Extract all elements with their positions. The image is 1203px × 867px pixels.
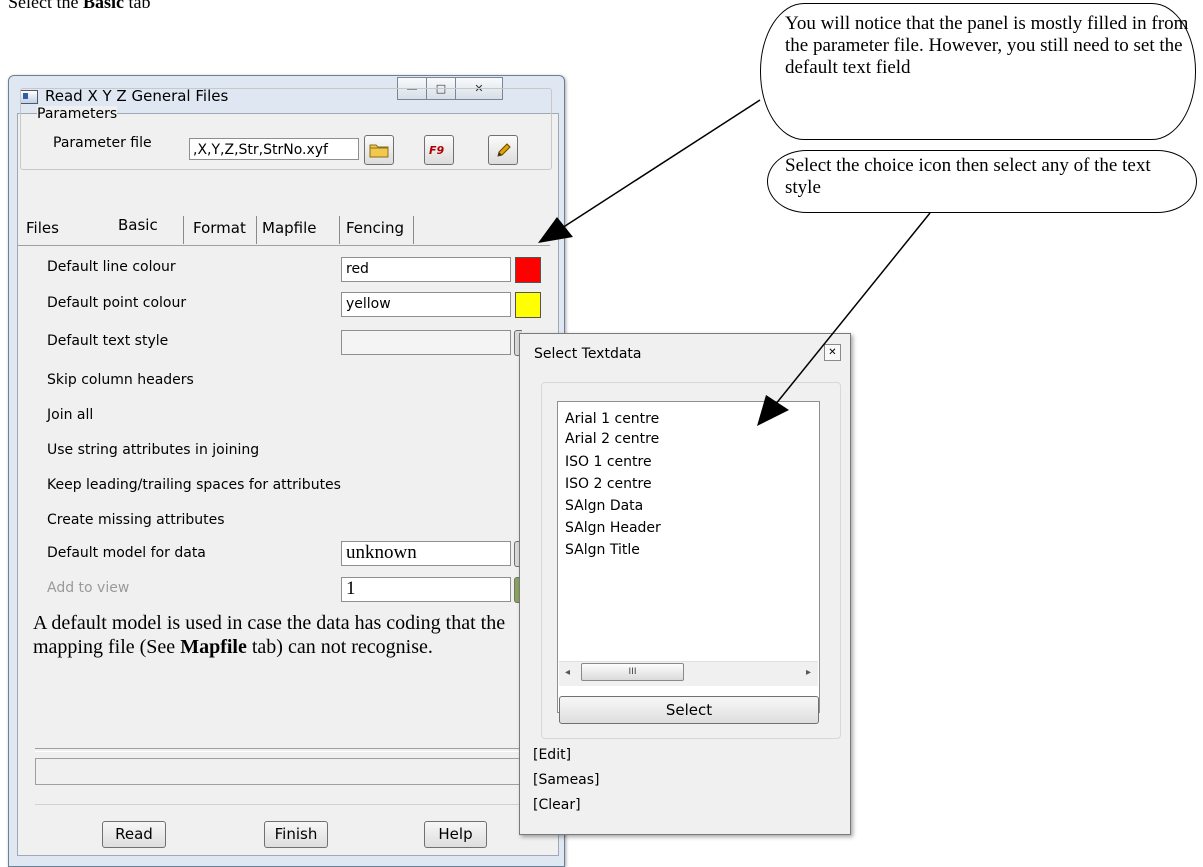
arrow-line-2	[774, 212, 931, 406]
arrow-head-1	[538, 217, 573, 243]
arrow-line-1	[561, 99, 761, 229]
arrow-head-2	[757, 395, 789, 426]
callout-arrows	[538, 99, 931, 426]
